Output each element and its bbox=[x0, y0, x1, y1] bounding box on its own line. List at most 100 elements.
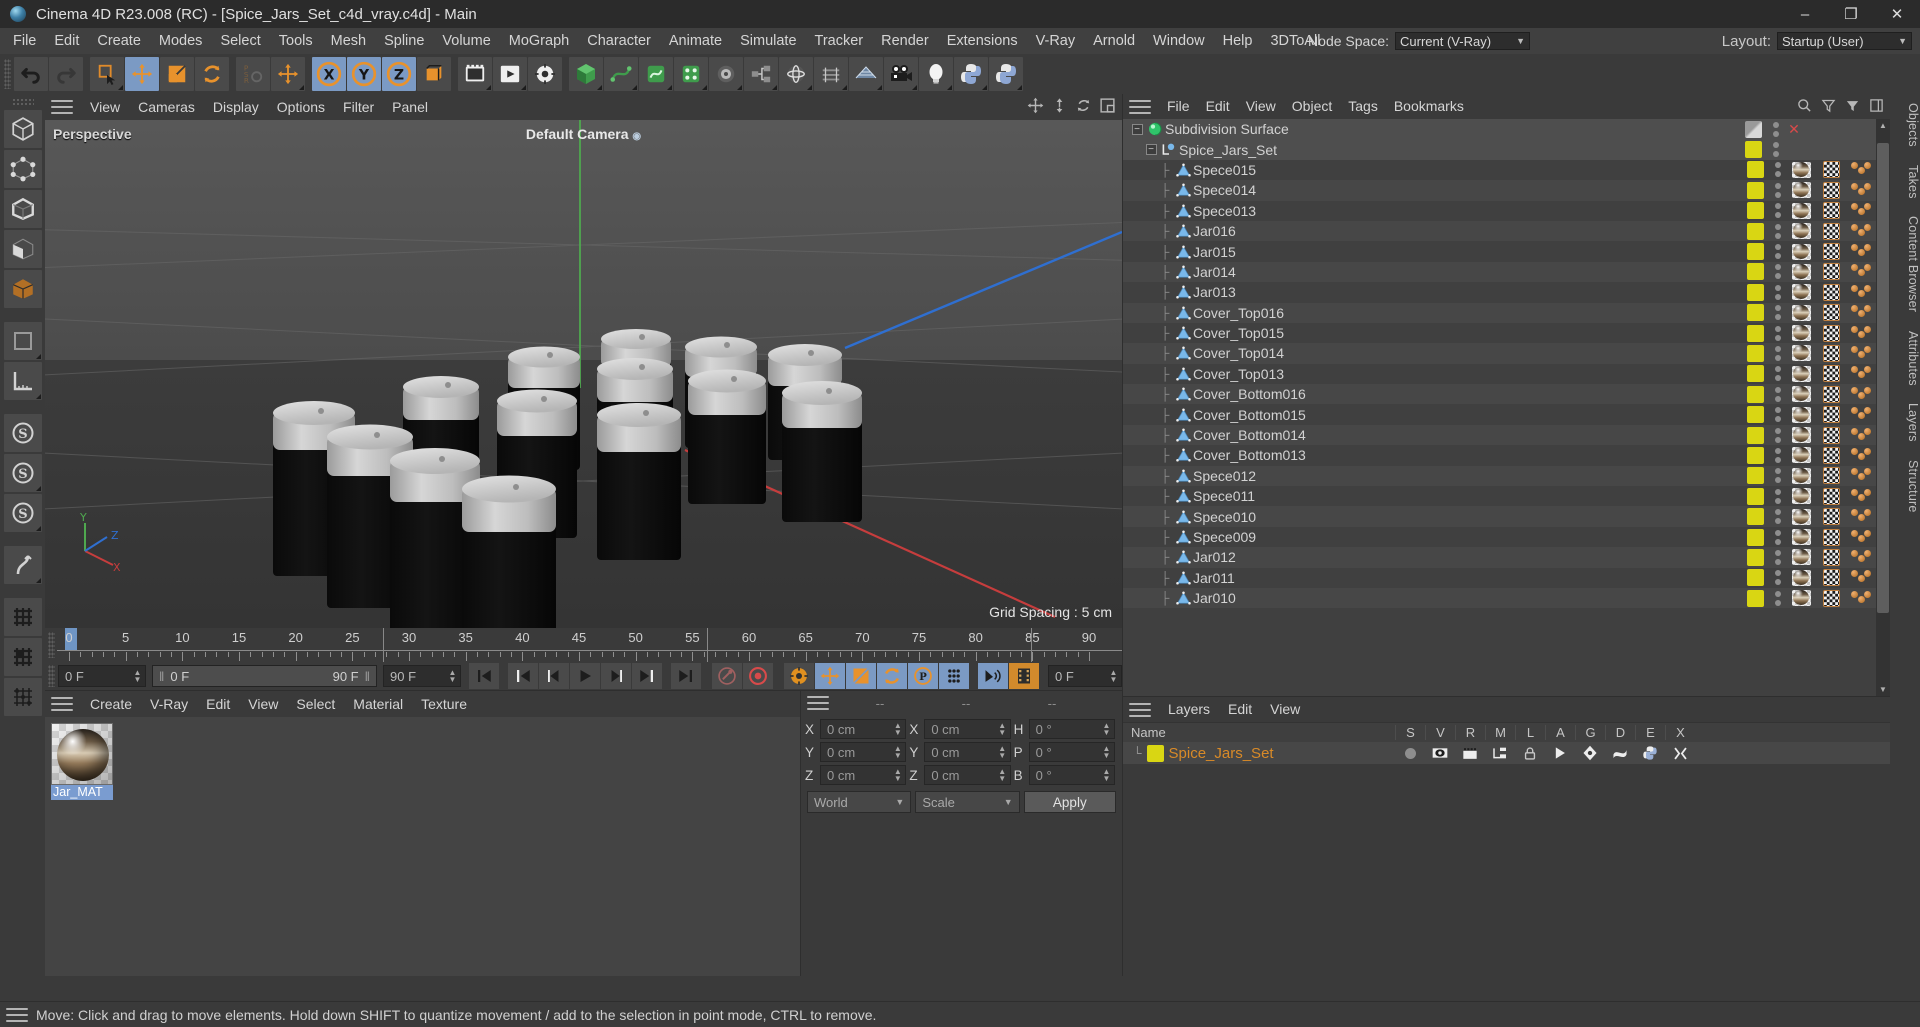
visibility-dots-icon[interactable] bbox=[1770, 427, 1786, 443]
layer-color-swatch[interactable] bbox=[1740, 161, 1770, 179]
visibility-dots-icon[interactable] bbox=[1770, 529, 1786, 545]
viewport-menu-icon[interactable] bbox=[51, 100, 73, 114]
status-menu-icon[interactable] bbox=[6, 1007, 28, 1022]
object-menu-tags[interactable]: Tags bbox=[1340, 94, 1386, 119]
texture-mode-icon[interactable] bbox=[3, 270, 42, 308]
maximize-view-icon[interactable] bbox=[1099, 97, 1116, 118]
menu-item-select[interactable]: Select bbox=[211, 28, 269, 54]
key-parameter-button[interactable]: P bbox=[908, 663, 938, 689]
key-scale-button[interactable] bbox=[846, 663, 876, 689]
apply-button[interactable]: Apply bbox=[1023, 791, 1116, 813]
layer-color-swatch[interactable] bbox=[1740, 467, 1770, 485]
columns-icon[interactable] bbox=[1869, 98, 1884, 117]
menu-item-tracker[interactable]: Tracker bbox=[806, 28, 873, 54]
visibility-dots-icon[interactable] bbox=[1770, 203, 1786, 219]
object-row[interactable]: ├ Cover_Top014 bbox=[1123, 343, 1876, 364]
keyframe-settings-button[interactable] bbox=[784, 663, 814, 689]
size-y-field[interactable]: 0 cm ▲ ▼ bbox=[924, 742, 1011, 762]
visibility-dots-icon[interactable] bbox=[1770, 509, 1786, 525]
layer-color-swatch[interactable] bbox=[1740, 304, 1770, 322]
visibility-dots-icon[interactable] bbox=[1770, 549, 1786, 565]
left-toolbar-grip[interactable] bbox=[11, 98, 34, 106]
phong-tag-icon[interactable] bbox=[1846, 325, 1876, 342]
layers-menu-view[interactable]: View bbox=[1261, 697, 1309, 722]
material-tag-icon[interactable] bbox=[1786, 569, 1816, 586]
spinner-icon[interactable]: ▲ ▼ bbox=[1108, 668, 1119, 684]
xref-icon[interactable] bbox=[1665, 746, 1695, 761]
visibility-dots-icon[interactable] bbox=[1770, 488, 1786, 504]
material-tag-icon[interactable] bbox=[1786, 284, 1816, 301]
phong-tag-icon[interactable] bbox=[1846, 202, 1876, 219]
menu-item-simulate[interactable]: Simulate bbox=[731, 28, 805, 54]
uvw-tag-icon[interactable] bbox=[1816, 548, 1846, 566]
visibility-dots-icon[interactable] bbox=[1770, 244, 1786, 260]
material-menu-select[interactable]: Select bbox=[287, 691, 344, 717]
material-tag-icon[interactable] bbox=[1786, 427, 1816, 444]
current-frame-field[interactable]: 0 F ▲ ▼ bbox=[58, 665, 146, 687]
material-tag-icon[interactable] bbox=[1786, 182, 1816, 199]
material-tag-icon[interactable] bbox=[1786, 202, 1816, 219]
material-tag-icon[interactable] bbox=[1786, 223, 1816, 240]
uvw-tag-icon[interactable] bbox=[1816, 365, 1846, 383]
object-row[interactable]: ├ Spece012 bbox=[1123, 465, 1876, 487]
menu-item-animate[interactable]: Animate bbox=[660, 28, 731, 54]
layer-color-swatch[interactable] bbox=[1740, 569, 1770, 587]
material-tag-icon[interactable] bbox=[1786, 590, 1816, 607]
layers-menu-icon[interactable] bbox=[1129, 702, 1151, 717]
uv-polygons-icon[interactable] bbox=[3, 638, 42, 676]
spinner-icon[interactable]: ▲ ▼ bbox=[447, 668, 458, 684]
phong-tag-icon[interactable] bbox=[1846, 488, 1876, 505]
filter-up-icon[interactable] bbox=[1821, 98, 1836, 117]
object-row[interactable]: ├ Cover_Top016 bbox=[1123, 302, 1876, 323]
coordinates-menu-icon[interactable] bbox=[807, 696, 829, 710]
viewport-menu-options[interactable]: Options bbox=[268, 94, 334, 120]
go-to-start-button[interactable] bbox=[469, 663, 499, 689]
workplane-icon[interactable] bbox=[3, 322, 42, 360]
edges-mode-icon[interactable] bbox=[3, 190, 42, 228]
menu-item-create[interactable]: Create bbox=[88, 28, 150, 54]
move-duplicate-icon[interactable] bbox=[271, 57, 305, 91]
spinner-icon[interactable]: ▲ ▼ bbox=[997, 767, 1008, 783]
visibility-dots-icon[interactable] bbox=[1770, 345, 1786, 361]
layer-color-swatch[interactable] bbox=[1740, 181, 1770, 199]
step-forward-button[interactable] bbox=[601, 663, 631, 689]
undo-icon[interactable] bbox=[14, 57, 48, 91]
size-z-field[interactable]: 0 cm ▲ ▼ bbox=[924, 765, 1011, 785]
phong-tag-icon[interactable] bbox=[1846, 427, 1876, 444]
material-tag-icon[interactable] bbox=[1786, 345, 1816, 362]
scene-nodes-icon[interactable] bbox=[744, 57, 778, 91]
object-row[interactable]: ├ Cover_Bottom016 bbox=[1123, 384, 1876, 405]
render-view-icon[interactable] bbox=[458, 57, 492, 91]
phong-tag-icon[interactable] bbox=[1846, 569, 1876, 586]
right-tab-takes[interactable]: Takes bbox=[1890, 156, 1920, 208]
phong-tag-icon[interactable] bbox=[1846, 529, 1876, 546]
object-menu-edit[interactable]: Edit bbox=[1198, 94, 1238, 119]
rotate-view-icon[interactable] bbox=[1075, 97, 1092, 118]
material-tag-icon[interactable] bbox=[1786, 243, 1816, 260]
points-mode-icon[interactable] bbox=[3, 150, 42, 188]
object-row[interactable]: ├ Jar013 bbox=[1123, 282, 1876, 302]
uvw-tag-icon[interactable] bbox=[1816, 569, 1846, 587]
rotate-tool-icon[interactable] bbox=[195, 57, 229, 91]
spinner-icon[interactable]: ▲ ▼ bbox=[892, 767, 903, 783]
timeline-grip[interactable] bbox=[48, 632, 55, 658]
object-menu-icon[interactable] bbox=[1129, 99, 1151, 114]
bend-deform-icon[interactable] bbox=[3, 546, 42, 584]
material-tag-icon[interactable] bbox=[1786, 325, 1816, 342]
menu-item-window[interactable]: Window bbox=[1144, 28, 1214, 54]
animation-icon[interactable] bbox=[1545, 746, 1575, 760]
uvw-tag-icon[interactable] bbox=[1816, 528, 1846, 546]
layer-color-swatch[interactable] bbox=[1740, 385, 1770, 403]
layer-color-swatch[interactable] bbox=[1740, 528, 1770, 546]
layer-name-cell[interactable]: └ Spice_Jars_Set bbox=[1123, 744, 1395, 762]
scale-tool-icon[interactable] bbox=[160, 57, 194, 91]
nurbs-generator-icon[interactable] bbox=[639, 57, 673, 91]
search-icon[interactable] bbox=[1797, 98, 1812, 117]
scroll-down-arrow-icon[interactable]: ▼ bbox=[1876, 683, 1890, 696]
phong-tag-icon[interactable] bbox=[1846, 263, 1876, 280]
lock-y-axis-icon[interactable]: Y bbox=[347, 57, 381, 91]
size-x-field[interactable]: 0 cm ▲ ▼ bbox=[924, 719, 1011, 739]
key-points-button[interactable] bbox=[939, 663, 969, 689]
layer-color-swatch[interactable] bbox=[1740, 508, 1770, 526]
visibility-dots-icon[interactable] bbox=[1768, 121, 1784, 137]
